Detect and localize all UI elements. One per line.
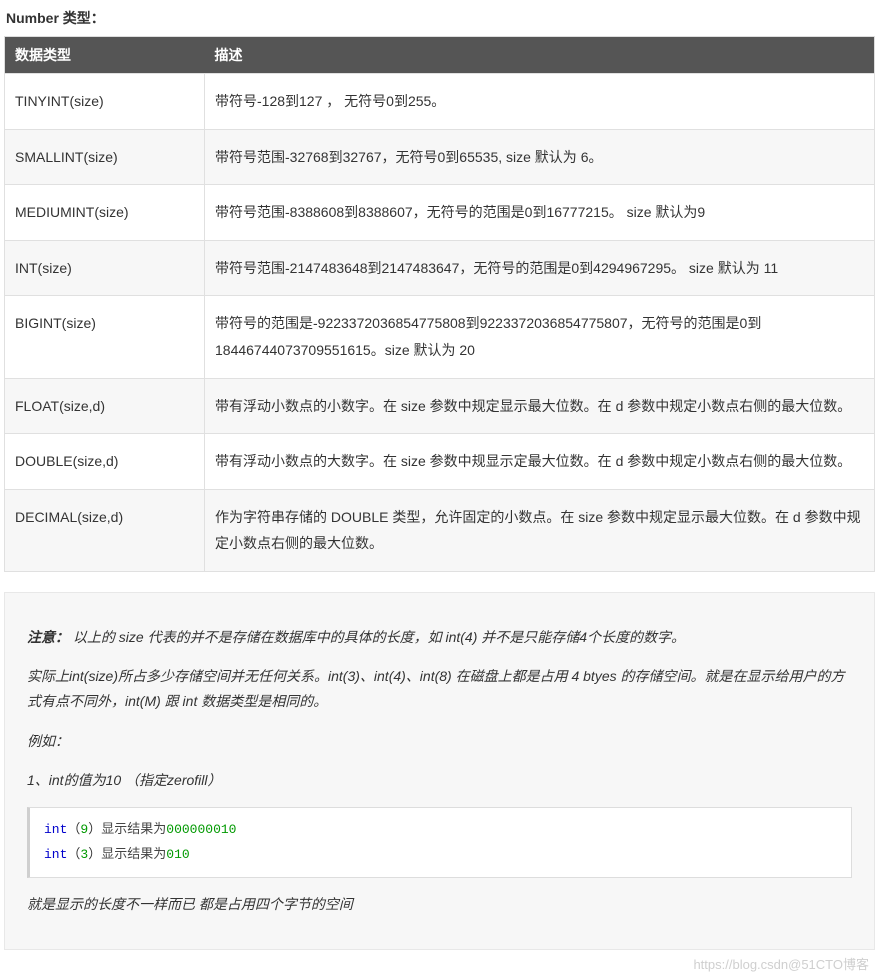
- cell-desc: 带符号的范围是-9223372036854775808到922337203685…: [205, 296, 875, 378]
- cell-type: SMALLINT(size): [5, 129, 205, 185]
- note-block: 注意： 以上的 size 代表的并不是存储在数据库中的具体的长度，如 int(4…: [4, 592, 875, 951]
- cell-desc: 带符号-128到127 ， 无符号0到255。: [205, 74, 875, 130]
- cell-type: TINYINT(size): [5, 74, 205, 130]
- code-paren: ）: [88, 847, 101, 862]
- code-result: 000000010: [166, 822, 236, 837]
- code-result: 010: [166, 847, 189, 862]
- code-block: int（9）显示结果为000000010 int（3）显示结果为010: [27, 807, 852, 878]
- note-p4: 1、int的值为10 （指定zerofill）: [27, 768, 852, 793]
- code-paren: （: [67, 847, 80, 862]
- cell-desc: 作为字符串存储的 DOUBLE 类型，允许固定的小数点。在 size 参数中规定…: [205, 489, 875, 571]
- code-kw: int: [44, 822, 67, 837]
- number-types-table: 数据类型 描述 TINYINT(size) 带符号-128到127 ， 无符号0…: [4, 36, 875, 572]
- page-title: Number 类型：: [4, 4, 875, 36]
- table-row: FLOAT(size,d) 带有浮动小数点的小数字。在 size 参数中规定显示…: [5, 378, 875, 434]
- cell-desc: 带有浮动小数点的大数字。在 size 参数中规显示定最大位数。在 d 参数中规定…: [205, 434, 875, 490]
- watermark: https://blog.csdn@51CTO博客: [4, 948, 875, 973]
- col-header-desc: 描述: [205, 37, 875, 74]
- cell-type: INT(size): [5, 240, 205, 296]
- cell-type: DECIMAL(size,d): [5, 489, 205, 571]
- code-text: 显示结果为: [101, 847, 166, 862]
- cell-type: BIGINT(size): [5, 296, 205, 378]
- table-row: INT(size) 带符号范围-2147483648到2147483647，无符…: [5, 240, 875, 296]
- table-row: SMALLINT(size) 带符号范围-32768到32767，无符号0到65…: [5, 129, 875, 185]
- code-kw: int: [44, 847, 67, 862]
- table-row: BIGINT(size) 带符号的范围是-9223372036854775808…: [5, 296, 875, 378]
- code-text: 显示结果为: [101, 822, 166, 837]
- code-paren: （: [67, 822, 80, 837]
- table-row: DECIMAL(size,d) 作为字符串存储的 DOUBLE 类型，允许固定的…: [5, 489, 875, 571]
- cell-desc: 带符号范围-8388608到8388607，无符号的范围是0到16777215。…: [205, 185, 875, 241]
- note-p3: 例如：: [27, 729, 852, 754]
- code-line-2: int（3）显示结果为010: [44, 843, 837, 868]
- col-header-type: 数据类型: [5, 37, 205, 74]
- cell-type: FLOAT(size,d): [5, 378, 205, 434]
- cell-type: DOUBLE(size,d): [5, 434, 205, 490]
- table-row: DOUBLE(size,d) 带有浮动小数点的大数字。在 size 参数中规显示…: [5, 434, 875, 490]
- code-num: 3: [80, 847, 88, 862]
- table-row: MEDIUMINT(size) 带符号范围-8388608到8388607，无符…: [5, 185, 875, 241]
- cell-desc: 带符号范围-2147483648到2147483647，无符号的范围是0到429…: [205, 240, 875, 296]
- code-num: 9: [80, 822, 88, 837]
- cell-type: MEDIUMINT(size): [5, 185, 205, 241]
- note-p2: 实际上int(size)所占多少存储空间并无任何关系。int(3)、int(4)…: [27, 664, 852, 714]
- cell-desc: 带符号范围-32768到32767，无符号0到65535, size 默认为 6…: [205, 129, 875, 185]
- code-paren: ）: [88, 822, 101, 837]
- note-p1-rest: 以上的 size 代表的并不是存储在数据库中的具体的长度，如 int(4) 并不…: [73, 629, 685, 645]
- code-line-1: int（9）显示结果为000000010: [44, 818, 837, 843]
- table-row: TINYINT(size) 带符号-128到127 ， 无符号0到255。: [5, 74, 875, 130]
- note-p1: 注意： 以上的 size 代表的并不是存储在数据库中的具体的长度，如 int(4…: [27, 625, 852, 650]
- note-label: 注意：: [27, 629, 69, 645]
- note-p5: 就是显示的长度不一样而已 都是占用四个字节的空间: [27, 892, 852, 917]
- cell-desc: 带有浮动小数点的小数字。在 size 参数中规定显示最大位数。在 d 参数中规定…: [205, 378, 875, 434]
